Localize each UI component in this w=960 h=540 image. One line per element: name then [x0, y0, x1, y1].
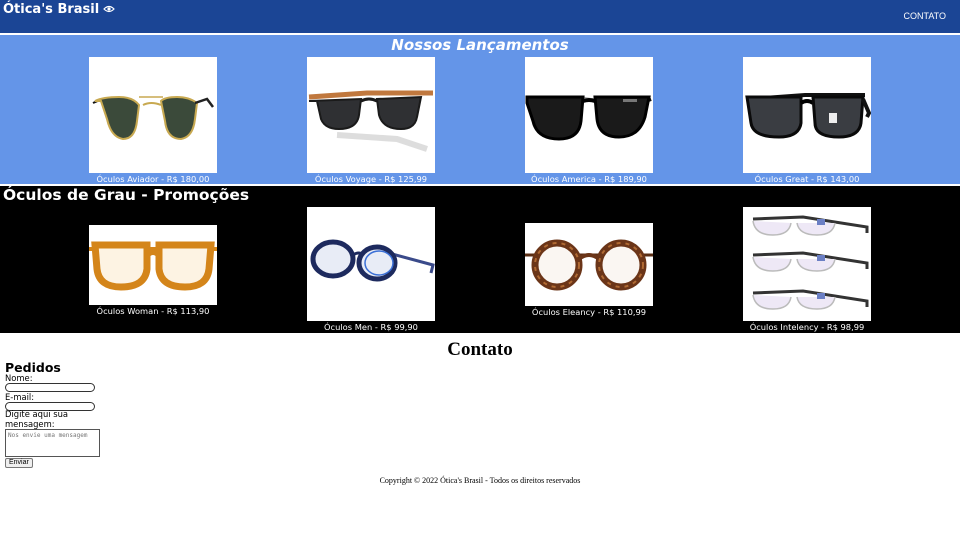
- product-image-eleancy[interactable]: [525, 223, 653, 306]
- product-caption-aviador: Óculos Aviador - R$ 180,00: [96, 174, 210, 184]
- product-caption-voyage: Óculos Voyage - R$ 125,99: [314, 174, 428, 184]
- footer-copyright: Copyright © 2022 Ótica's Brasil - Todos …: [379, 476, 581, 485]
- name-input[interactable]: [5, 383, 95, 392]
- message-textarea[interactable]: [5, 429, 100, 457]
- product-caption-great: Óculos Great - R$ 143,00: [754, 174, 860, 184]
- product-caption-intelency: Óculos Intelency - R$ 98,99: [749, 322, 865, 332]
- product-caption-america: Óculos America - R$ 189,90: [531, 174, 647, 184]
- promos-section: Óculos de Grau - Promoções Óculos Woman …: [0, 186, 960, 333]
- message-label: Digite aqui sua mensagem:: [5, 409, 95, 429]
- product-image-america[interactable]: [525, 57, 653, 173]
- submit-button[interactable]: Enviar: [5, 458, 33, 468]
- product-image-men[interactable]: [307, 207, 435, 321]
- launches-title: Nossos Lançamentos: [391, 36, 569, 54]
- message-label-line2: mensagem:: [5, 418, 55, 429]
- product-image-intelency[interactable]: [743, 207, 871, 321]
- promos-title: Óculos de Grau - Promoções: [3, 186, 250, 204]
- product-image-aviador[interactable]: [89, 57, 217, 173]
- nav-link-contato[interactable]: CONTATO: [904, 11, 947, 21]
- launches-section: Nossos Lançamentos Óculos Aviador - R$ 1…: [0, 35, 960, 184]
- brand-name: Ótica's Brasil: [3, 2, 100, 17]
- product-caption-woman: Óculos Woman - R$ 113,90: [96, 306, 210, 316]
- product-image-woman[interactable]: [89, 225, 217, 305]
- product-image-voyage[interactable]: [307, 57, 435, 173]
- top-navbar: Ótica's Brasil CONTATO: [0, 0, 960, 33]
- eye-icon: [103, 3, 116, 16]
- product-caption-men: Óculos Men - R$ 99,90: [324, 322, 418, 332]
- contact-title: Contato: [447, 339, 513, 360]
- product-caption-eleancy: Óculos Eleancy - R$ 110,99: [531, 307, 647, 317]
- brand-logo[interactable]: Ótica's Brasil: [3, 2, 116, 17]
- product-image-great[interactable]: [743, 57, 871, 173]
